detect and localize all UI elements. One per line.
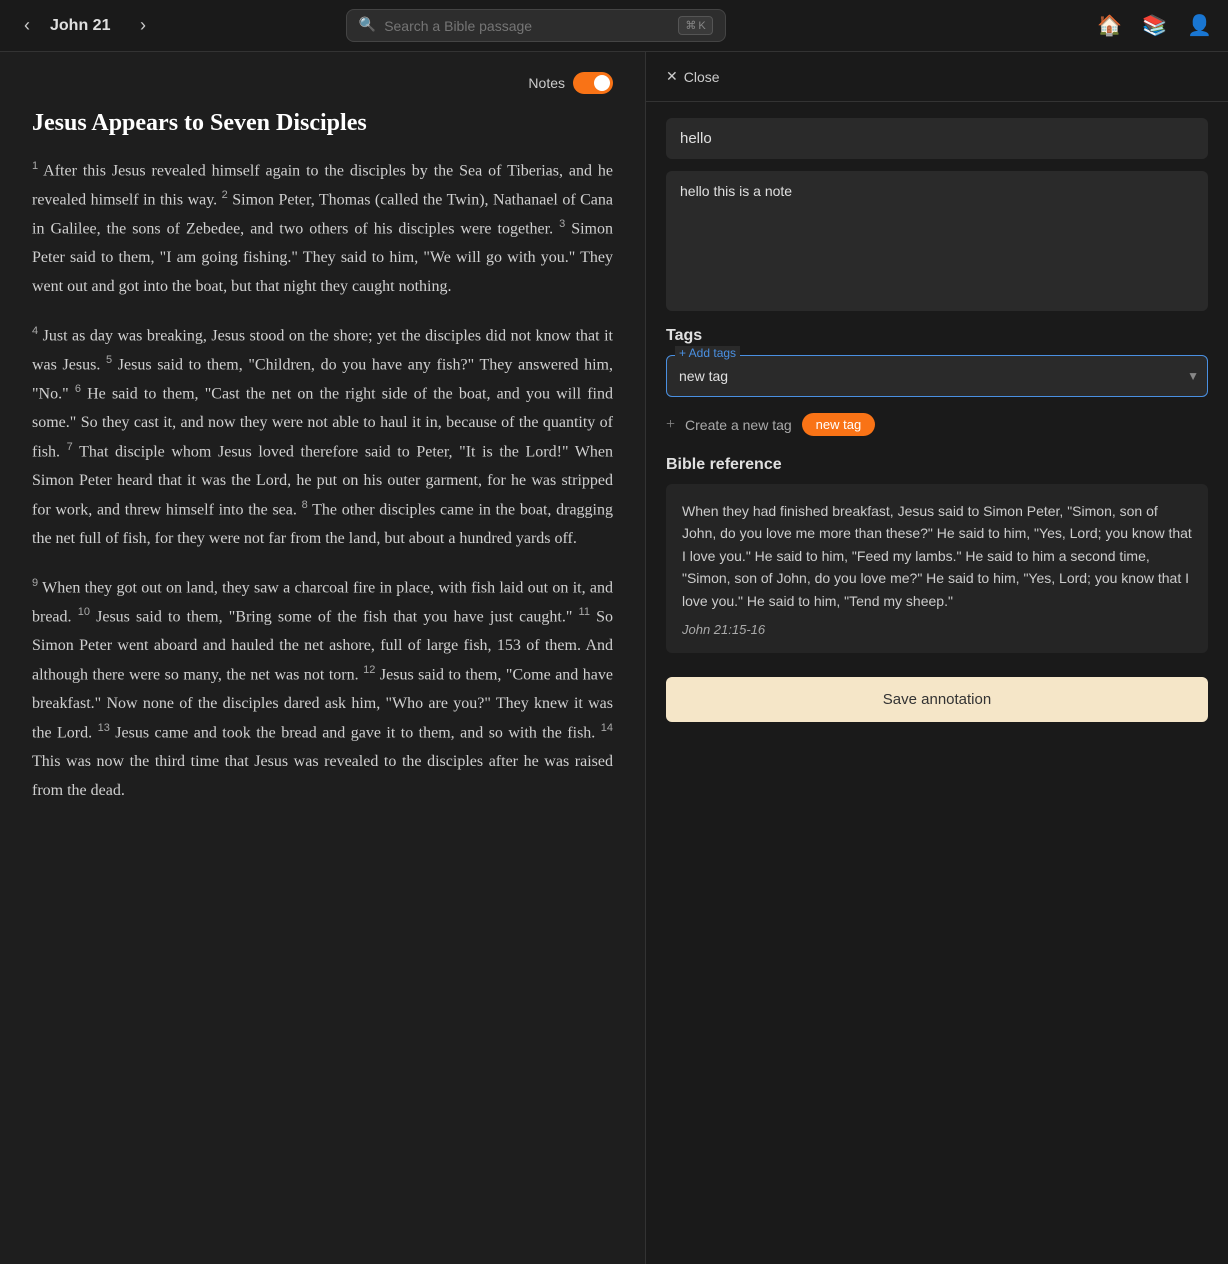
- verse-num-1: 1: [32, 160, 38, 172]
- next-button[interactable]: ›: [132, 11, 154, 40]
- tag-input-wrapper: + Add tags ▼: [666, 355, 1208, 397]
- right-panel: ✕ Close hello this is a note Tags + Add …: [645, 52, 1228, 1264]
- bible-ref-text: When they had finished breakfast, Jesus …: [682, 500, 1192, 612]
- books-button[interactable]: 📚: [1142, 13, 1167, 38]
- add-tag-label: + Add tags: [675, 346, 740, 360]
- verse-paragraph-3: 9 When they got out on land, they saw a …: [32, 574, 613, 806]
- dropdown-arrow-icon: ▼: [1187, 369, 1199, 384]
- verse-num-9: 9: [32, 577, 38, 589]
- verse-paragraph-1: 1 After this Jesus revealed himself agai…: [32, 157, 613, 302]
- main-layout: Notes Jesus Appears to Seven Disciples 1…: [0, 52, 1228, 1264]
- notes-label: Notes: [528, 75, 565, 91]
- verse-num-4: 4: [32, 325, 38, 337]
- tag-pill: new tag: [802, 413, 876, 436]
- bible-ref-citation: John 21:15-16: [682, 622, 1192, 637]
- verse-num-3: 3: [559, 218, 565, 230]
- verse-num-8: 8: [302, 499, 308, 511]
- note-body-input[interactable]: hello this is a note: [666, 171, 1208, 311]
- verse-paragraph-2: 4 Just as day was breaking, Jesus stood …: [32, 322, 613, 554]
- search-bar: 🔍 ⌘ K: [346, 9, 726, 42]
- search-input[interactable]: [384, 18, 670, 34]
- verse-num-12: 12: [363, 664, 375, 676]
- save-button[interactable]: Save annotation: [666, 677, 1208, 722]
- notes-toggle[interactable]: [573, 72, 613, 94]
- verse-num-5: 5: [106, 354, 112, 366]
- tags-label: Tags: [666, 327, 1208, 345]
- tag-input[interactable]: [675, 360, 1181, 392]
- create-tag-text: Create a new tag: [685, 417, 792, 433]
- chapter-title: Jesus Appears to Seven Disciples: [32, 110, 613, 137]
- bible-ref-label: Bible reference: [666, 456, 1208, 474]
- bible-text: 1 After this Jesus revealed himself agai…: [32, 157, 613, 806]
- verse-num-11: 11: [579, 606, 590, 618]
- save-btn-wrapper: Save annotation: [646, 665, 1228, 742]
- search-shortcut: ⌘ K: [678, 16, 712, 35]
- close-bar: ✕ Close: [646, 52, 1228, 102]
- note-section: hello this is a note: [646, 102, 1228, 327]
- bible-ref-box: When they had finished breakfast, Jesus …: [666, 484, 1208, 653]
- header: ‹ John 21 › 🔍 ⌘ K 🏠 📚 👤: [0, 0, 1228, 52]
- verse-num-6: 6: [75, 383, 81, 395]
- verse-num-14: 14: [601, 722, 613, 734]
- verse-num-2: 2: [222, 189, 228, 201]
- note-title-input[interactable]: [666, 118, 1208, 159]
- close-label: Close: [684, 69, 720, 85]
- tags-section: Tags + Add tags ▼ + Create a new tag new…: [646, 327, 1228, 456]
- verse-num-7: 7: [67, 441, 73, 453]
- bible-ref-section: Bible reference When they had finished b…: [646, 456, 1228, 665]
- verse-num-10: 10: [78, 606, 90, 618]
- home-button[interactable]: 🏠: [1097, 13, 1122, 38]
- verse-num-13: 13: [98, 722, 110, 734]
- plus-icon: +: [666, 416, 675, 434]
- prev-button[interactable]: ‹: [16, 11, 38, 40]
- close-button[interactable]: ✕ Close: [666, 68, 720, 85]
- create-tag-row[interactable]: + Create a new tag new tag: [666, 405, 1208, 444]
- user-button[interactable]: 👤: [1187, 13, 1212, 38]
- header-icons: 🏠 📚 👤: [1097, 13, 1212, 38]
- notes-toggle-bar: Notes: [32, 72, 613, 94]
- bible-panel: Notes Jesus Appears to Seven Disciples 1…: [0, 52, 645, 1264]
- search-icon: 🔍: [359, 17, 376, 34]
- chapter-header: John 21: [50, 17, 120, 35]
- close-x-icon: ✕: [666, 68, 678, 85]
